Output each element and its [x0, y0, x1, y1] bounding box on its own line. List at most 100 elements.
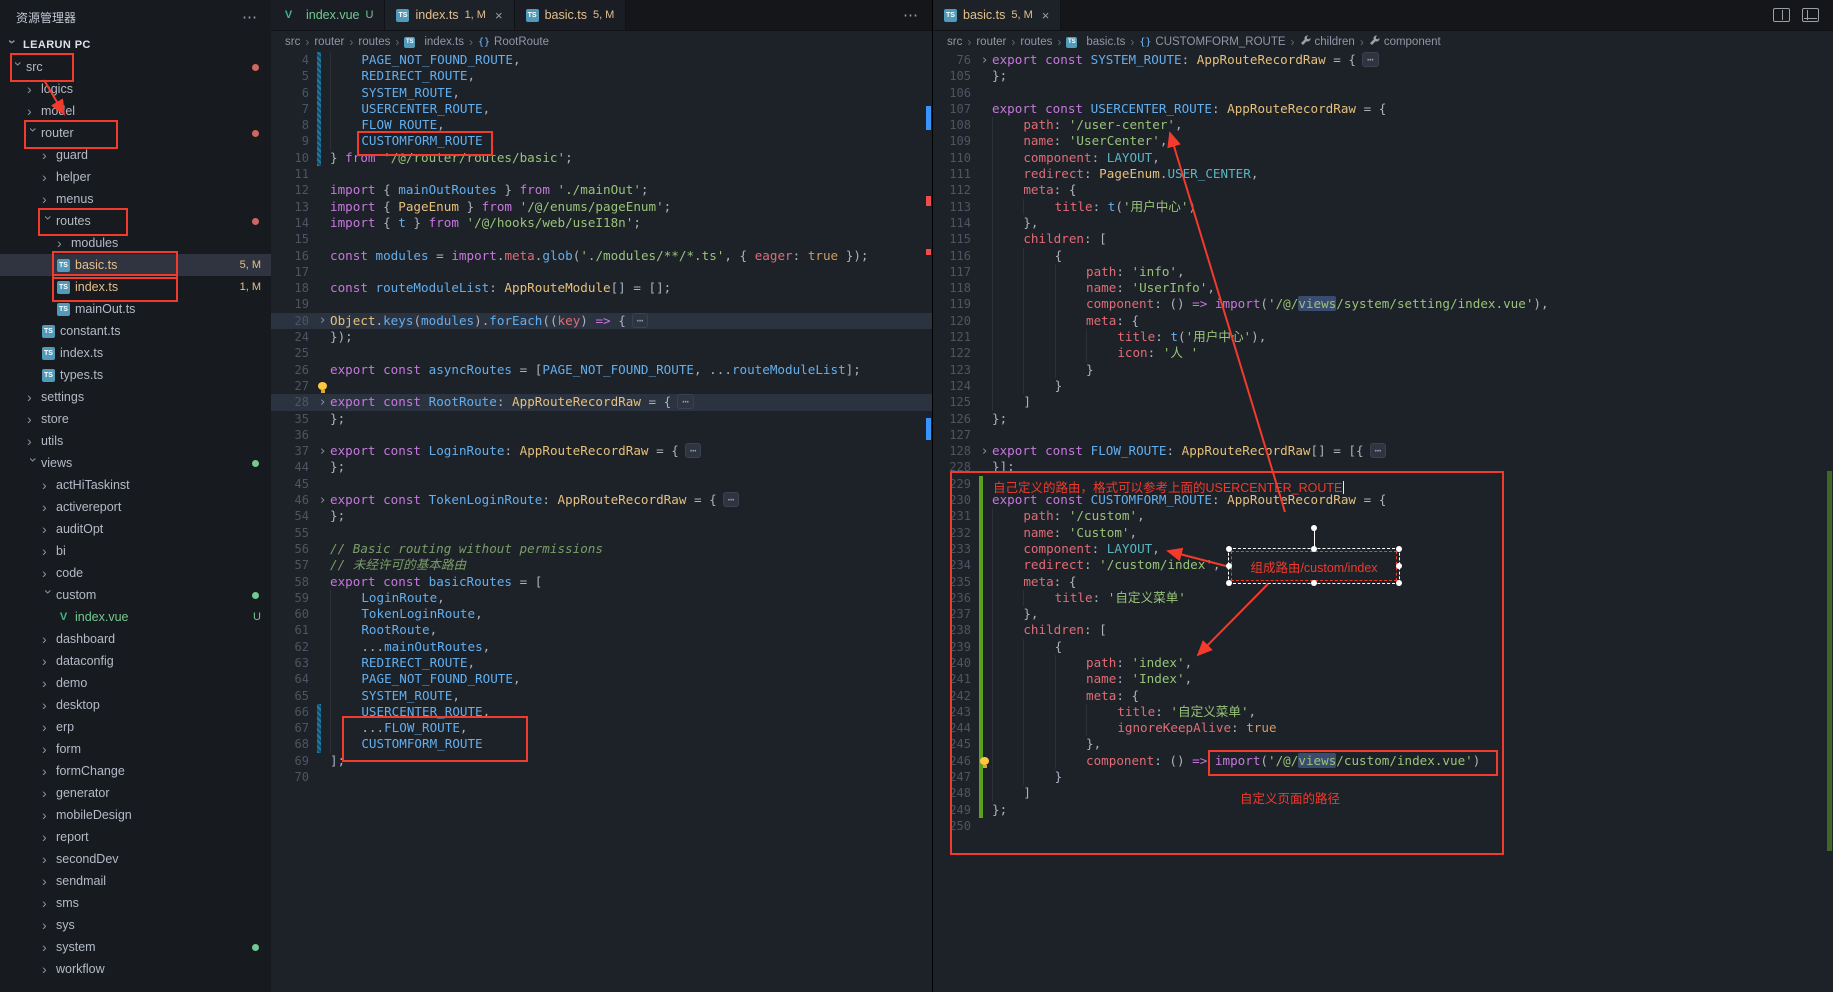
code-line-16[interactable]: 16const modules = import.meta.glob('./mo… — [271, 248, 932, 264]
code-line-54[interactable]: 54}; — [271, 508, 932, 524]
code-line-248[interactable]: 248] — [933, 785, 1833, 801]
tree-folder-form[interactable]: ›form — [0, 738, 271, 760]
folded-code-ellipsis[interactable]: ⋯ — [1370, 443, 1387, 458]
lightbulb-icon[interactable] — [318, 382, 327, 390]
code-line-58[interactable]: 58export const basicRoutes = [ — [271, 574, 932, 590]
code-line-24[interactable]: 24}); — [271, 329, 932, 345]
tree-folder-demo[interactable]: ›demo — [0, 672, 271, 694]
code-line-246[interactable]: 246component: () => import('/@/views/cus… — [933, 753, 1833, 769]
code-line-237[interactable]: 237}, — [933, 606, 1833, 622]
code-line-243[interactable]: 243title: '自定义菜单', — [933, 704, 1833, 720]
code-line-240[interactable]: 240path: 'index', — [933, 655, 1833, 671]
code-line-70[interactable]: 70 — [271, 769, 932, 785]
code-line-76[interactable]: 76›export const SYSTEM_ROUTE: AppRouteRe… — [933, 52, 1833, 68]
tree-folder-workflow[interactable]: ›workflow — [0, 958, 271, 980]
breadcrumb-item-basic.ts[interactable]: TSbasic.ts — [1066, 36, 1125, 48]
code-line-11[interactable]: 11 — [271, 166, 932, 182]
folded-code-ellipsis[interactable]: ⋯ — [723, 492, 740, 507]
lightbulb-icon[interactable] — [980, 757, 989, 765]
code-line-20[interactable]: 20›Object.keys(modules).forEach((key) =>… — [271, 313, 932, 329]
split-editor-icon[interactable] — [1773, 8, 1790, 22]
code-line-244[interactable]: 244ignoreKeepAlive: true — [933, 720, 1833, 736]
folded-code-ellipsis[interactable]: ⋯ — [1362, 52, 1379, 67]
code-line-236[interactable]: 236title: '自定义菜单' — [933, 590, 1833, 606]
code-line-125[interactable]: 125] — [933, 394, 1833, 410]
breadcrumb-item-routes[interactable]: routes — [358, 36, 390, 48]
tree-folder-src[interactable]: ›src — [0, 56, 271, 78]
code-line-230[interactable]: 230export const CUSTOMFORM_ROUTE: AppRou… — [933, 492, 1833, 508]
tree-folder-sys[interactable]: ›sys — [0, 914, 271, 936]
tree-folder-generator[interactable]: ›generator — [0, 782, 271, 804]
code-line-19[interactable]: 19 — [271, 296, 932, 312]
code-line-121[interactable]: 121title: t('用户中心'), — [933, 329, 1833, 345]
code-line-127[interactable]: 127 — [933, 427, 1833, 443]
tree-folder-model[interactable]: ›model — [0, 100, 271, 122]
tree-folder-actHiTaskinst[interactable]: ›actHiTaskinst — [0, 474, 271, 496]
code-line-238[interactable]: 238children: [ — [933, 622, 1833, 638]
breadcrumb-item-router[interactable]: router — [976, 36, 1006, 48]
code-line-46[interactable]: 46›export const TokenLoginRoute: AppRout… — [271, 492, 932, 508]
code-line-110[interactable]: 110component: LAYOUT, — [933, 150, 1833, 166]
code-line-228[interactable]: 228}]; — [933, 459, 1833, 475]
tree-folder-router[interactable]: ›router — [0, 122, 271, 144]
code-line-26[interactable]: 26export const asyncRoutes = [PAGE_NOT_F… — [271, 362, 932, 378]
code-line-15[interactable]: 15 — [271, 231, 932, 247]
code-line-114[interactable]: 114}, — [933, 215, 1833, 231]
code-line-115[interactable]: 115children: [ — [933, 231, 1833, 247]
code-line-13[interactable]: 13import { PageEnum } from '/@/enums/pag… — [271, 199, 932, 215]
code-line-45[interactable]: 45 — [271, 476, 932, 492]
tree-folder-modules[interactable]: ›modules — [0, 232, 271, 254]
code-line-119[interactable]: 119component: () => import('/@/views/sys… — [933, 296, 1833, 312]
code-line-234[interactable]: 234redirect: '/custom/index', — [933, 557, 1833, 573]
code-line-111[interactable]: 111redirect: PageEnum.USER_CENTER, — [933, 166, 1833, 182]
fold-collapsed-icon[interactable]: › — [319, 445, 327, 458]
code-line-108[interactable]: 108path: '/user-center', — [933, 117, 1833, 133]
code-line-4[interactable]: 4PAGE_NOT_FOUND_ROUTE, — [271, 52, 932, 68]
tree-folder-dashboard[interactable]: ›dashboard — [0, 628, 271, 650]
tree-folder-guard[interactable]: ›guard — [0, 144, 271, 166]
tree-file-mainOut.ts[interactable]: TSmainOut.ts — [0, 298, 271, 320]
fold-collapsed-icon[interactable]: › — [981, 54, 989, 67]
code-line-17[interactable]: 17 — [271, 264, 932, 280]
tree-folder-utils[interactable]: ›utils — [0, 430, 271, 452]
code-line-44[interactable]: 44}; — [271, 459, 932, 475]
code-line-6[interactable]: 6SYSTEM_ROUTE, — [271, 85, 932, 101]
tree-file-basic.ts[interactable]: TSbasic.ts5, M — [0, 254, 271, 276]
code-line-126[interactable]: 126}; — [933, 411, 1833, 427]
code-line-56[interactable]: 56// Basic routing without permissions — [271, 541, 932, 557]
code-line-63[interactable]: 63REDIRECT_ROUTE, — [271, 655, 932, 671]
code-line-122[interactable]: 122icon: '人 ' — [933, 345, 1833, 361]
tree-folder-views[interactable]: ›views — [0, 452, 271, 474]
tree-folder-logics[interactable]: ›logics — [0, 78, 271, 100]
code-line-109[interactable]: 109name: 'UserCenter', — [933, 133, 1833, 149]
code-line-107[interactable]: 107export const USERCENTER_ROUTE: AppRou… — [933, 101, 1833, 117]
code-line-55[interactable]: 55 — [271, 525, 932, 541]
code-line-231[interactable]: 231path: '/custom', — [933, 508, 1833, 524]
breadcrumb-item-component[interactable]: component — [1369, 35, 1441, 49]
code-line-229[interactable]: 229 — [933, 476, 1833, 492]
close-icon[interactable]: × — [1042, 8, 1050, 23]
tree-file-types.ts[interactable]: TStypes.ts — [0, 364, 271, 386]
code-line-105[interactable]: 105}; — [933, 68, 1833, 84]
code-line-27[interactable]: 27 — [271, 378, 932, 394]
code-line-128[interactable]: 128›export const FLOW_ROUTE: AppRouteRec… — [933, 443, 1833, 459]
code-line-35[interactable]: 35}; — [271, 411, 932, 427]
tree-folder-store[interactable]: ›store — [0, 408, 271, 430]
tree-folder-sendmail[interactable]: ›sendmail — [0, 870, 271, 892]
code-line-64[interactable]: 64PAGE_NOT_FOUND_ROUTE, — [271, 671, 932, 687]
code-line-69[interactable]: 69]; — [271, 753, 932, 769]
tree-folder-helper[interactable]: ›helper — [0, 166, 271, 188]
code-line-120[interactable]: 120meta: { — [933, 313, 1833, 329]
tree-folder-activereport[interactable]: ›activereport — [0, 496, 271, 518]
tree-folder-code[interactable]: ›code — [0, 562, 271, 584]
tab-index.ts[interactable]: TSindex.ts1, M× — [385, 0, 514, 30]
tree-file-index.ts[interactable]: TSindex.ts1, M — [0, 276, 271, 298]
code-line-25[interactable]: 25 — [271, 345, 932, 361]
code-line-59[interactable]: 59LoginRoute, — [271, 590, 932, 606]
code-line-28[interactable]: 28›export const RootRoute: AppRouteRecor… — [271, 394, 932, 410]
breadcrumb-item-children[interactable]: children — [1300, 35, 1355, 49]
folded-code-ellipsis[interactable]: ⋯ — [632, 313, 649, 328]
code-line-14[interactable]: 14import { t } from '/@/hooks/web/useI18… — [271, 215, 932, 231]
code-line-242[interactable]: 242meta: { — [933, 688, 1833, 704]
code-line-18[interactable]: 18const routeModuleList: AppRouteModule[… — [271, 280, 932, 296]
